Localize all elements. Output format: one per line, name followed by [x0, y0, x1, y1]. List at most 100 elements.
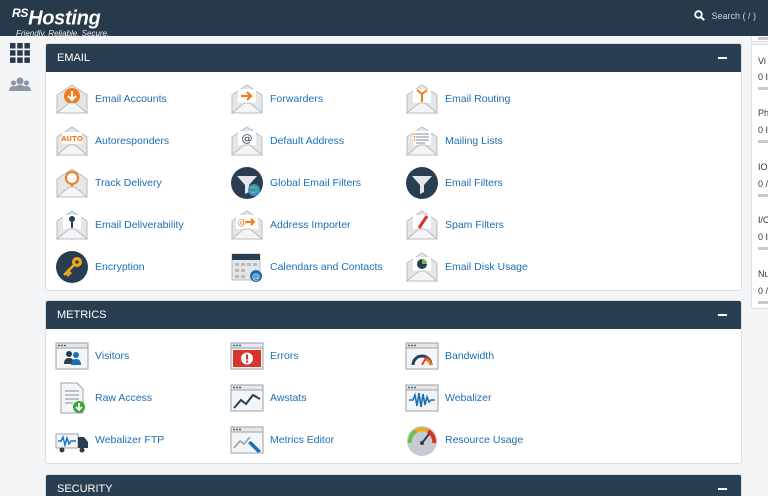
webalizer-icon: [405, 384, 439, 412]
mailing-lists-label: Mailing Lists: [445, 135, 503, 147]
brand-logo[interactable]: RSHosting Friendly. Reliable. Secure.: [12, 3, 109, 38]
stats-top-box: [751, 36, 768, 42]
track-delivery-icon: [55, 168, 89, 198]
collapse-icon[interactable]: [718, 314, 727, 316]
left-sidebar: [0, 36, 40, 496]
collapse-icon[interactable]: [718, 57, 727, 59]
users-icon[interactable]: [9, 74, 31, 96]
webalizer-link[interactable]: Webalizer: [405, 381, 492, 415]
track-delivery-label: Track Delivery: [95, 177, 162, 189]
encryption-key-icon: [56, 251, 88, 283]
visitors-icon: [55, 342, 89, 370]
svg-text:@: @: [238, 218, 247, 228]
metrics-panel: METRICS Visitors Errors Bandwidth Raw Ac…: [45, 300, 742, 464]
spam-filters-link[interactable]: Spam Filters: [405, 208, 504, 242]
stats-sidebar: Vi 0 I Ph 0 I IO 0 / I/C 0 I Nu 0 /: [751, 36, 768, 496]
spam-filters-label: Spam Filters: [445, 219, 504, 231]
calendars-contacts-link[interactable]: @ Calendars and Contacts: [230, 250, 383, 284]
awstats-icon: [230, 384, 264, 412]
stat-label: Vi: [758, 56, 766, 66]
resource-usage-label: Resource Usage: [445, 434, 524, 446]
address-importer-icon: @: [230, 210, 264, 240]
top-navigation-bar: RSHosting Friendly. Reliable. Secure. Se…: [0, 0, 768, 38]
email-deliverability-link[interactable]: Email Deliverability: [55, 208, 184, 242]
autoresponders-link[interactable]: AUTO Autoresponders: [55, 124, 169, 158]
stat-usage-bar: [758, 140, 768, 143]
autoresponders-icon: AUTO: [55, 126, 89, 156]
stat-usage-bar: [758, 247, 768, 250]
mailing-lists-icon: [405, 126, 439, 156]
stat-usage-bar: [758, 194, 768, 197]
email-routing-link[interactable]: Email Routing: [405, 82, 510, 116]
raw-access-label: Raw Access: [95, 392, 153, 404]
metrics-editor-link[interactable]: Metrics Editor: [230, 423, 334, 457]
bandwidth-label: Bandwidth: [445, 350, 495, 362]
calendars-contacts-label: Calendars and Contacts: [270, 261, 383, 273]
security-panel-header[interactable]: SECURITY: [46, 475, 741, 496]
raw-access-link[interactable]: Raw Access: [55, 381, 152, 415]
logo-prefix: RS: [12, 6, 29, 20]
webalizer-label: Webalizer: [445, 392, 492, 404]
bandwidth-icon: [405, 342, 439, 370]
forwarders-icon: [230, 84, 264, 114]
global-email-filters-link[interactable]: Global Email Filters: [230, 166, 361, 200]
stat-label: Nu: [758, 269, 768, 279]
email-accounts-label: Email Accounts: [95, 93, 167, 105]
stat-usage-bar: [758, 87, 768, 90]
stat-usage-bar: [758, 301, 768, 304]
collapse-icon[interactable]: [718, 488, 727, 490]
email-routing-icon: [405, 84, 439, 114]
svg-text:AUTO: AUTO: [61, 135, 83, 143]
apps-grid-icon[interactable]: [9, 42, 31, 64]
metrics-editor-label: Metrics Editor: [270, 434, 335, 446]
autoresponders-label: Autoresponders: [95, 135, 170, 147]
global-email-filters-label: Global Email Filters: [270, 177, 362, 189]
resource-usage-link[interactable]: Resource Usage: [405, 423, 523, 457]
bandwidth-link[interactable]: Bandwidth: [405, 339, 494, 373]
email-panel-header[interactable]: EMAIL: [46, 44, 741, 72]
stat-label: IO: [758, 162, 768, 172]
email-accounts-link[interactable]: Email Accounts: [55, 82, 167, 116]
security-panel: SECURITY: [45, 474, 742, 496]
stat-value: 0 /: [758, 286, 768, 296]
email-panel: EMAIL Email Accounts Forwarders Email Ro…: [45, 43, 742, 291]
email-filters-link[interactable]: Email Filters: [405, 166, 503, 200]
address-importer-label: Address Importer: [270, 219, 351, 231]
default-address-label: Default Address: [270, 135, 345, 147]
webalizer-ftp-label: Webalizer FTP: [95, 434, 165, 446]
email-accounts-icon: [55, 84, 89, 114]
stat-label: Ph: [758, 108, 768, 118]
metrics-panel-title: METRICS: [57, 309, 107, 321]
visitors-label: Visitors: [95, 350, 130, 362]
errors-link[interactable]: Errors: [230, 339, 299, 373]
webalizer-ftp-link[interactable]: Webalizer FTP: [55, 423, 164, 457]
stats-list: Vi 0 I Ph 0 I IO 0 / I/C 0 I Nu 0 /: [751, 44, 768, 309]
address-importer-link[interactable]: @ Address Importer: [230, 208, 351, 242]
encryption-link[interactable]: Encryption: [55, 250, 145, 284]
forwarders-link[interactable]: Forwarders: [230, 82, 323, 116]
search-label: Search ( / ): [711, 10, 756, 21]
security-panel-title: SECURITY: [57, 483, 113, 495]
default-address-link[interactable]: @ Default Address: [230, 124, 344, 158]
email-deliverability-label: Email Deliverability: [95, 219, 184, 231]
track-delivery-link[interactable]: Track Delivery: [55, 166, 162, 200]
visitors-link[interactable]: Visitors: [55, 339, 129, 373]
metrics-editor-icon: [230, 426, 264, 454]
email-disk-usage-link[interactable]: Email Disk Usage: [405, 250, 528, 284]
logo-main-text: Hosting: [28, 7, 101, 30]
email-deliverability-icon: [55, 210, 89, 240]
metrics-panel-header[interactable]: METRICS: [46, 301, 741, 329]
svg-text:@: @: [242, 132, 253, 145]
svg-text:@: @: [252, 272, 260, 281]
email-filters-icon: [406, 167, 438, 199]
default-address-icon: @: [230, 126, 264, 156]
stat-value: 0 /: [758, 179, 768, 189]
search-control[interactable]: Search ( / ): [694, 10, 756, 21]
mailing-lists-link[interactable]: Mailing Lists: [405, 124, 503, 158]
stat-usage-bar: [758, 37, 768, 40]
email-routing-label: Email Routing: [445, 93, 511, 105]
errors-label: Errors: [270, 350, 299, 362]
awstats-link[interactable]: Awstats: [230, 381, 307, 415]
forwarders-label: Forwarders: [270, 93, 324, 105]
stat-value: 0 I: [758, 232, 768, 242]
